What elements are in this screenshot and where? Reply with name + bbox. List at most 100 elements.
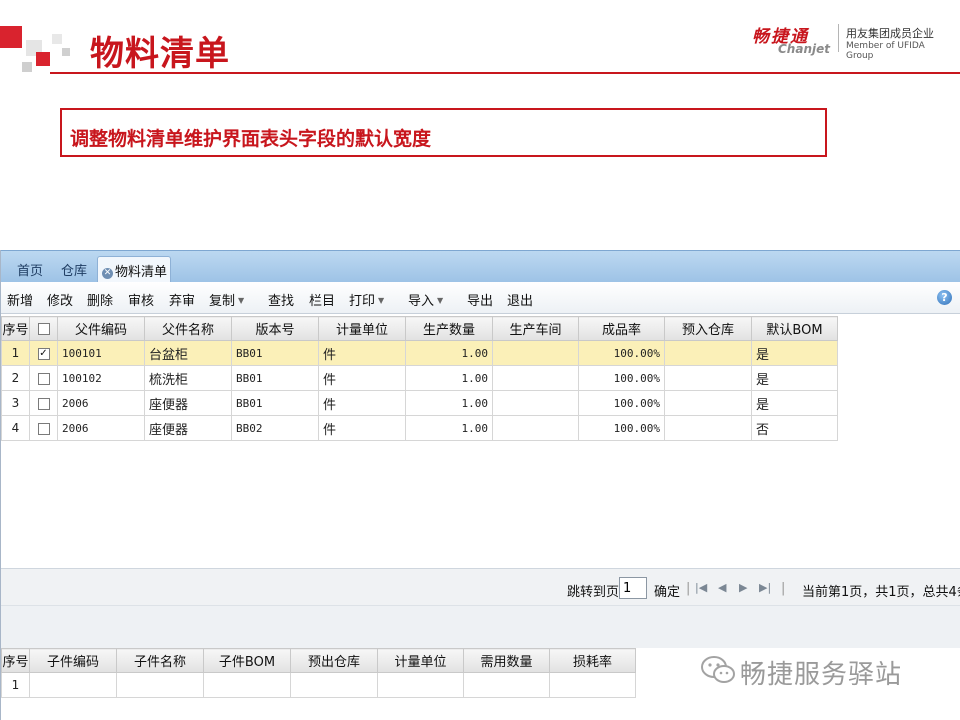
- exit-button[interactable]: 退出: [507, 290, 533, 309]
- cell-workshop[interactable]: [492, 415, 579, 441]
- cell-qty[interactable]: 1.00: [405, 390, 493, 416]
- review-button[interactable]: 审核: [128, 290, 154, 309]
- row-select[interactable]: [29, 365, 58, 391]
- col-header-child-code[interactable]: 子件编码: [29, 648, 117, 673]
- copy-dropdown[interactable]: 复制 ▼: [209, 290, 244, 309]
- select-all-checkbox[interactable]: [37, 322, 50, 335]
- unreview-button[interactable]: 弃审: [169, 290, 195, 309]
- cell-default-bom[interactable]: 是: [751, 365, 838, 391]
- cell-workshop[interactable]: [492, 340, 579, 366]
- table-row[interactable]: 1 ✓ 100101 台盆柜 BB01 件 1.00 100.00% 是: [1, 340, 838, 366]
- last-page-icon[interactable]: ▶|: [759, 581, 771, 594]
- cell-loss-rate[interactable]: [549, 672, 636, 698]
- cell-unit[interactable]: [377, 672, 464, 698]
- row-checkbox[interactable]: [37, 397, 50, 410]
- cell-version[interactable]: BB01: [231, 340, 319, 366]
- cell-version[interactable]: BB01: [231, 365, 319, 391]
- row-checkbox[interactable]: ✓: [37, 347, 50, 360]
- tab-bom[interactable]: ✕ 物料清单: [97, 256, 171, 284]
- cell-yield[interactable]: 100.00%: [578, 365, 665, 391]
- col-header-code[interactable]: 父件编码: [57, 316, 145, 341]
- cell-code[interactable]: 100102: [57, 365, 145, 391]
- wechat-icon: [701, 656, 735, 683]
- page-number-input[interactable]: [619, 577, 647, 599]
- col-header-workshop[interactable]: 生产车间: [492, 316, 579, 341]
- cell-qty[interactable]: 1.00: [405, 415, 493, 441]
- cell-name[interactable]: 梳洗柜: [144, 365, 232, 391]
- table-row[interactable]: 4 2006 座便器 BB02 件 1.00 100.00% 否: [1, 415, 838, 441]
- cell-child-code[interactable]: [29, 672, 117, 698]
- cell-warehouse[interactable]: [664, 340, 752, 366]
- row-checkbox[interactable]: [37, 372, 50, 385]
- cell-qty[interactable]: 1.00: [405, 365, 493, 391]
- col-header-loss-rate[interactable]: 损耗率: [549, 648, 636, 673]
- cell-required-qty[interactable]: [463, 672, 550, 698]
- tab-warehouse[interactable]: 仓库: [61, 260, 87, 279]
- export-button[interactable]: 导出: [467, 290, 493, 309]
- first-page-icon[interactable]: |◀: [695, 581, 707, 594]
- cell-yield[interactable]: 100.00%: [578, 340, 665, 366]
- next-page-icon[interactable]: ▶: [739, 581, 747, 594]
- confirm-button[interactable]: 确定: [654, 581, 680, 600]
- find-button[interactable]: 查找: [268, 290, 294, 309]
- cell-default-bom[interactable]: 是: [751, 390, 838, 416]
- print-dropdown[interactable]: 打印 ▼: [349, 290, 384, 309]
- cell-code[interactable]: 2006: [57, 415, 145, 441]
- col-header-unit[interactable]: 计量单位: [377, 648, 464, 673]
- row-select[interactable]: ✓: [29, 340, 58, 366]
- table-row[interactable]: 2 100102 梳洗柜 BB01 件 1.00 100.00% 是: [1, 365, 838, 391]
- delete-button[interactable]: 删除: [87, 290, 113, 309]
- col-header-yield[interactable]: 成品率: [578, 316, 665, 341]
- col-header-select[interactable]: [29, 316, 58, 341]
- table-row[interactable]: 3 2006 座便器 BB01 件 1.00 100.00% 是: [1, 390, 838, 416]
- close-icon[interactable]: ✕: [102, 268, 113, 279]
- cell-unit[interactable]: 件: [318, 365, 406, 391]
- col-header-required-qty[interactable]: 需用数量: [463, 648, 550, 673]
- cell-workshop[interactable]: [492, 365, 579, 391]
- col-header-seq[interactable]: 序号: [1, 648, 30, 673]
- edit-button[interactable]: 修改: [47, 290, 73, 309]
- cell-yield[interactable]: 100.00%: [578, 390, 665, 416]
- help-icon[interactable]: ?: [937, 290, 952, 305]
- row-checkbox[interactable]: [37, 422, 50, 435]
- col-header-out-warehouse[interactable]: 预出仓库: [290, 648, 378, 673]
- cell-child-name[interactable]: [116, 672, 204, 698]
- tab-home[interactable]: 首页: [17, 260, 43, 279]
- row-select[interactable]: [29, 390, 58, 416]
- cell-workshop[interactable]: [492, 390, 579, 416]
- import-dropdown[interactable]: 导入 ▼: [408, 290, 443, 309]
- cell-default-bom[interactable]: 否: [751, 415, 838, 441]
- col-header-name[interactable]: 父件名称: [144, 316, 232, 341]
- cell-yield[interactable]: 100.00%: [578, 415, 665, 441]
- col-header-child-name[interactable]: 子件名称: [116, 648, 204, 673]
- cell-unit[interactable]: 件: [318, 340, 406, 366]
- col-header-warehouse[interactable]: 预入仓库: [664, 316, 752, 341]
- cell-default-bom[interactable]: 是: [751, 340, 838, 366]
- cell-name[interactable]: 座便器: [144, 415, 232, 441]
- cell-code[interactable]: 2006: [57, 390, 145, 416]
- cell-out-warehouse[interactable]: [290, 672, 378, 698]
- col-header-qty[interactable]: 生产数量: [405, 316, 493, 341]
- cell-child-bom[interactable]: [203, 672, 291, 698]
- cell-warehouse[interactable]: [664, 365, 752, 391]
- cell-version[interactable]: BB01: [231, 390, 319, 416]
- prev-page-icon[interactable]: ◀: [718, 581, 726, 594]
- cell-warehouse[interactable]: [664, 390, 752, 416]
- cell-unit[interactable]: 件: [318, 390, 406, 416]
- col-header-unit[interactable]: 计量单位: [318, 316, 406, 341]
- cell-code[interactable]: 100101: [57, 340, 145, 366]
- col-header-child-bom[interactable]: 子件BOM: [203, 648, 291, 673]
- cell-unit[interactable]: 件: [318, 415, 406, 441]
- col-header-seq[interactable]: 序号: [1, 316, 30, 341]
- new-button[interactable]: 新增: [7, 290, 33, 309]
- row-select[interactable]: [29, 415, 58, 441]
- table-row[interactable]: 1: [1, 672, 636, 698]
- col-header-version[interactable]: 版本号: [231, 316, 319, 341]
- cell-version[interactable]: BB02: [231, 415, 319, 441]
- cell-warehouse[interactable]: [664, 415, 752, 441]
- cell-name[interactable]: 台盆柜: [144, 340, 232, 366]
- cell-qty[interactable]: 1.00: [405, 340, 493, 366]
- columns-button[interactable]: 栏目: [309, 290, 335, 309]
- cell-name[interactable]: 座便器: [144, 390, 232, 416]
- col-header-default-bom[interactable]: 默认BOM: [751, 316, 838, 341]
